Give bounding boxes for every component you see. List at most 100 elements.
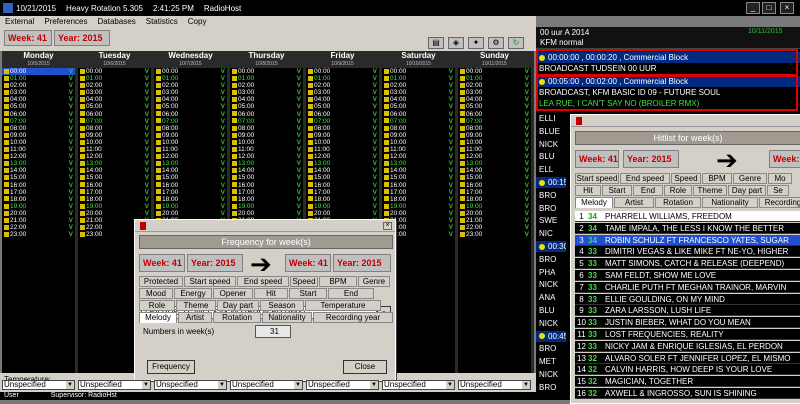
tab[interactable]: Speed xyxy=(671,173,701,184)
hour-slot[interactable]: 05:00 V xyxy=(306,103,379,110)
hour-slot[interactable]: 03:00 V xyxy=(78,89,151,96)
playlist-item[interactable]: NICK xyxy=(536,139,566,150)
hour-slot[interactable]: 16:00 V xyxy=(78,182,151,189)
hour-slot[interactable]: 14:00 V xyxy=(230,167,303,174)
hour-slot[interactable]: 01:00 V xyxy=(78,75,151,82)
chevron-down-icon[interactable]: ▼ xyxy=(142,381,150,389)
day-name[interactable]: Wednesday xyxy=(154,51,227,61)
playlist-item[interactable]: PHA xyxy=(536,267,566,278)
hour-slot[interactable]: 08:00 V xyxy=(78,125,151,132)
hour-slot[interactable]: 04:00 V xyxy=(382,96,455,103)
menu-external[interactable]: External xyxy=(0,17,39,26)
hour-slot[interactable]: 13:00 V xyxy=(154,160,227,167)
hour-slot[interactable]: 07:00 V xyxy=(154,118,227,125)
hitlist-row[interactable]: 1 34 PHARRELL WILLIAMS, FREEDOM xyxy=(575,211,800,222)
tab[interactable]: Theme xyxy=(176,300,216,311)
hour-slot[interactable]: 17:00 V xyxy=(2,189,75,196)
temperature-select[interactable]: Unspecified ▼ xyxy=(154,380,227,390)
tab[interactable]: Genre xyxy=(733,173,767,184)
playlist-item[interactable]: BRO xyxy=(536,203,566,214)
hour-slot[interactable]: 03:00 V xyxy=(2,89,75,96)
hour-slot[interactable]: 17:00 V xyxy=(154,189,227,196)
maximize-button[interactable]: □ xyxy=(762,2,776,14)
hour-slot[interactable]: 00:00 V xyxy=(382,68,455,75)
hour-slot[interactable]: 01:00 V xyxy=(2,75,75,82)
tab[interactable]: Season xyxy=(260,300,304,311)
hour-slot[interactable]: 09:00 V xyxy=(458,132,531,139)
tab[interactable]: End xyxy=(328,288,374,299)
hour-slot[interactable]: 19:00 V xyxy=(382,203,455,210)
hour-slot[interactable]: 16:00 V xyxy=(2,182,75,189)
menu-databases[interactable]: Databases xyxy=(93,17,141,26)
hour-slot[interactable]: 16:00 V xyxy=(458,182,531,189)
hour-slot[interactable]: 06:00 V xyxy=(154,111,227,118)
chevron-down-icon[interactable]: ▼ xyxy=(66,381,74,389)
hour-slot[interactable]: 20:00 V xyxy=(2,210,75,217)
hour-slot[interactable]: 05:00 V xyxy=(78,103,151,110)
hour-slot[interactable]: 13:00 V xyxy=(2,160,75,167)
hour-slot[interactable]: 21:00 V xyxy=(458,217,531,224)
hour-slot[interactable]: 05:00 V xyxy=(382,103,455,110)
hour-slot[interactable]: 10:00 V xyxy=(154,139,227,146)
hitlist-week-to[interactable]: Week: xyxy=(769,150,800,168)
hour-slot[interactable]: 19:00 V xyxy=(154,203,227,210)
hour-slot[interactable]: 06:00 V xyxy=(306,111,379,118)
day-name[interactable]: Friday xyxy=(306,51,379,61)
hour-slot[interactable]: 18:00 V xyxy=(230,196,303,203)
playlist-item[interactable]: BRO xyxy=(536,254,566,265)
tab[interactable]: Mood xyxy=(139,288,173,299)
hour-slot[interactable]: 07:00 V xyxy=(230,118,303,125)
hour-slot[interactable]: 08:00 V xyxy=(306,125,379,132)
hour-slot[interactable]: 19:00 V xyxy=(78,203,151,210)
temperature-select[interactable]: Unspecified ▼ xyxy=(230,380,303,390)
hour-slot[interactable]: 16:00 V xyxy=(230,182,303,189)
tab[interactable]: Theme xyxy=(693,185,727,196)
hour-slot[interactable]: 20:00 V xyxy=(306,210,379,217)
hour-slot[interactable]: 20:00 V xyxy=(382,210,455,217)
tab[interactable]: BPM xyxy=(319,276,357,287)
hour-slot[interactable]: 09:00 V xyxy=(306,132,379,139)
hour-slot[interactable]: 12:00 V xyxy=(382,153,455,160)
playlist-item[interactable]: BLU xyxy=(536,151,566,162)
hour-slot[interactable]: 10:00 V xyxy=(306,139,379,146)
hour-slot[interactable]: 04:00 V xyxy=(154,96,227,103)
hour-slot[interactable]: 18:00 V xyxy=(306,196,379,203)
hour-slot[interactable]: 13:00 V xyxy=(230,160,303,167)
tab[interactable]: Start xyxy=(289,288,327,299)
hitlist-row[interactable]: 8 33 ELLIE GOULDING, ON MY MIND xyxy=(575,293,800,305)
hour-slot[interactable]: 18:00 V xyxy=(458,196,531,203)
from-year[interactable]: Year: 2015 xyxy=(187,254,243,272)
temperature-select[interactable]: Unspecified ▼ xyxy=(306,380,379,390)
hour-slot[interactable]: 06:00 V xyxy=(382,111,455,118)
hour-slot[interactable]: 04:00 V xyxy=(2,96,75,103)
tab[interactable]: Melody xyxy=(139,312,177,323)
artist-icon[interactable]: ✦ xyxy=(468,37,484,49)
hour-slot[interactable]: 12:00 V xyxy=(230,153,303,160)
tab[interactable]: Start speed xyxy=(184,276,236,287)
hitlist-row[interactable]: 7 33 CHARLIE PUTH FT MEGHAN TRAINOR, MARVI… xyxy=(575,281,800,293)
hour-slot[interactable]: 10:00 V xyxy=(458,139,531,146)
day-name[interactable]: Sunday xyxy=(458,51,531,61)
hour-slot[interactable]: 11:00 V xyxy=(230,146,303,153)
hour-slot[interactable]: 15:00 V xyxy=(306,174,379,181)
hour-slot[interactable]: 00:00 V xyxy=(230,68,303,75)
hour-slot[interactable]: 11:00 V xyxy=(458,146,531,153)
hour-slot[interactable]: 17:00 V xyxy=(382,189,455,196)
hour-slot[interactable]: 09:00 V xyxy=(78,132,151,139)
tab[interactable]: Protected xyxy=(139,276,183,287)
hour-slot[interactable]: 15:00 V xyxy=(230,174,303,181)
tab[interactable]: End xyxy=(633,185,663,196)
refresh-icon[interactable]: ↻ xyxy=(508,37,524,49)
tab[interactable]: Artist xyxy=(178,312,212,323)
hour-slot[interactable]: 15:00 V xyxy=(154,174,227,181)
hour-slot[interactable]: 02:00 V xyxy=(306,82,379,89)
playlist-item[interactable]: BLU xyxy=(536,305,566,316)
close-button[interactable]: × xyxy=(780,2,794,14)
hitlist-row[interactable]: 6 33 SAM FELDT, SHOW ME LOVE xyxy=(575,270,800,281)
menu-copy[interactable]: Copy xyxy=(183,17,212,26)
hitlist-row[interactable]: 4 33 DIMITRI VEGAS & LIKE MIKE FT NE-YO, H… xyxy=(575,246,800,258)
hour-slot[interactable]: 23:00 V xyxy=(458,231,531,238)
hour-slot[interactable]: 09:00 V xyxy=(230,132,303,139)
hour-slot[interactable]: 12:00 V xyxy=(458,153,531,160)
hour-slot[interactable]: 07:00 V xyxy=(2,118,75,125)
